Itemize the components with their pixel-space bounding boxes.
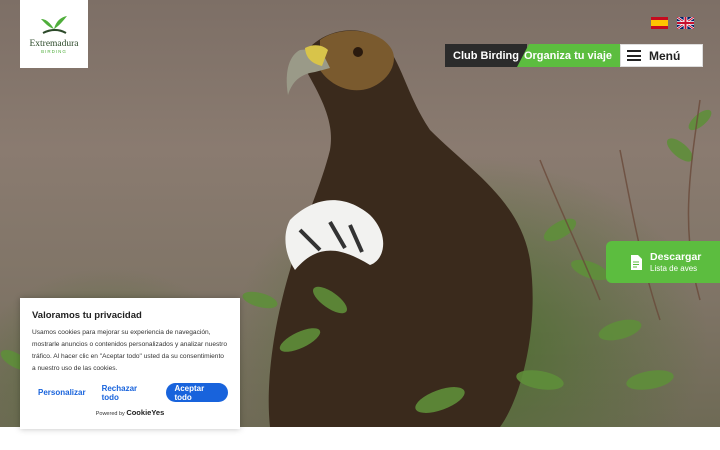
customize-button[interactable]: Personalizar [32,383,92,402]
organize-trip-link[interactable]: Organiza tu viaje [517,44,620,67]
site-logo[interactable]: Extremadura BIRDING [20,0,88,68]
download-bird-list-button[interactable]: Descargar Lista de aves [606,241,720,283]
club-birding-link[interactable]: Club Birding [445,44,527,67]
download-title: Descargar [650,250,702,263]
accept-all-button[interactable]: Aceptar todo [166,383,228,402]
logo-brand-text: Extremadura [29,38,79,49]
cookie-title: Valoramos tu privacidad [32,310,142,321]
cookie-consent-banner: Valoramos tu privacidad Usamos cookies p… [20,298,240,429]
logo-sub-text: BIRDING [41,48,67,54]
document-icon [631,254,642,270]
hamburger-icon [627,50,641,61]
uk-flag-icon[interactable] [677,17,694,29]
menu-label: Menú [649,48,681,63]
cookie-body: Usamos cookies para mejorar su experienc… [32,329,227,372]
bird-logo-icon [41,15,67,34]
download-subtitle: Lista de aves [650,263,698,273]
menu-button[interactable]: Menú [620,44,703,67]
cookieyes-logo[interactable]: CookieYes [126,408,164,417]
cookie-buttons: Personalizar Rechazar todo Aceptar todo [32,383,228,402]
powered-by-label: Powered by [95,411,125,417]
spain-flag-icon[interactable] [651,17,668,29]
top-navigation: Club Birding Organiza tu viaje Menú [445,44,703,67]
reject-all-button[interactable]: Rechazar todo [95,383,159,402]
powered-by: Powered by CookieYes [32,408,228,417]
language-switcher [651,17,694,29]
